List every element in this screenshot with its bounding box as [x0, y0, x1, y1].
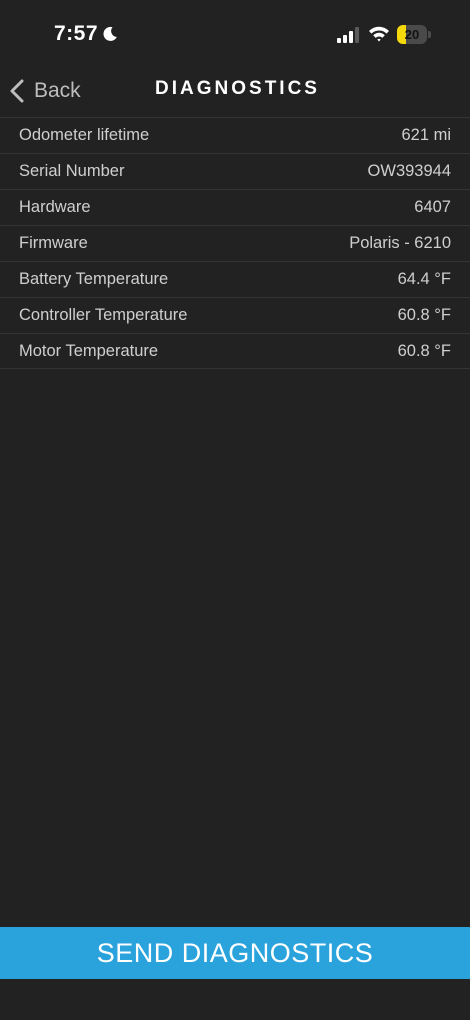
status-time-label: 7:57	[54, 22, 99, 45]
cellular-signal-icon	[337, 27, 359, 43]
battery-cap	[428, 31, 431, 38]
moon-icon	[103, 26, 117, 41]
row-value: 6407	[414, 198, 451, 216]
row-value: 64.4 °F	[397, 270, 451, 288]
row-value: OW393944	[367, 162, 451, 180]
row-value: 60.8 °F	[397, 341, 451, 360]
battery-level: 20	[404, 27, 420, 42]
diagnostics-screen: 7:57 20 Back DIAGNOSTICS Odometer lifeti…	[0, 0, 470, 1020]
list-item-motor-temperature: Motor Temperature 60.8 °F	[0, 333, 470, 369]
list-item-odometer: Odometer lifetime 621 mi	[0, 117, 470, 153]
row-label: Battery Temperature	[19, 270, 169, 288]
page-title: DIAGNOSTICS	[155, 78, 320, 99]
status-bar: 7:57 20	[0, 0, 470, 64]
battery-body: 20	[397, 25, 427, 44]
row-label: Serial Number	[19, 162, 125, 180]
send-diagnostics-button[interactable]: SEND DIAGNOSTICS	[0, 927, 470, 979]
list-item-hardware: Hardware 6407	[0, 189, 470, 225]
row-label: Controller Temperature	[19, 306, 188, 324]
list-item-battery-temperature: Battery Temperature 64.4 °F	[0, 261, 470, 297]
wifi-icon	[369, 26, 389, 42]
row-value: 60.8 °F	[397, 306, 451, 324]
status-time: 7:57	[54, 22, 118, 46]
list-item-firmware: Firmware Polaris - 6210	[0, 225, 470, 261]
list-item-controller-temperature: Controller Temperature 60.8 °F	[0, 297, 470, 333]
row-label: Odometer lifetime	[19, 126, 150, 144]
nav-bar: Back DIAGNOSTICS	[0, 64, 470, 117]
diagnostics-list: Odometer lifetime 621 mi Serial Number O…	[0, 117, 470, 369]
row-label: Hardware	[19, 198, 91, 216]
row-value: Polaris - 6210	[349, 234, 451, 252]
battery-icon: 20	[397, 25, 431, 44]
row-label: Motor Temperature	[19, 341, 159, 360]
row-value: 621 mi	[401, 126, 451, 144]
list-item-serial-number: Serial Number OW393944	[0, 153, 470, 189]
row-label: Firmware	[19, 234, 88, 252]
